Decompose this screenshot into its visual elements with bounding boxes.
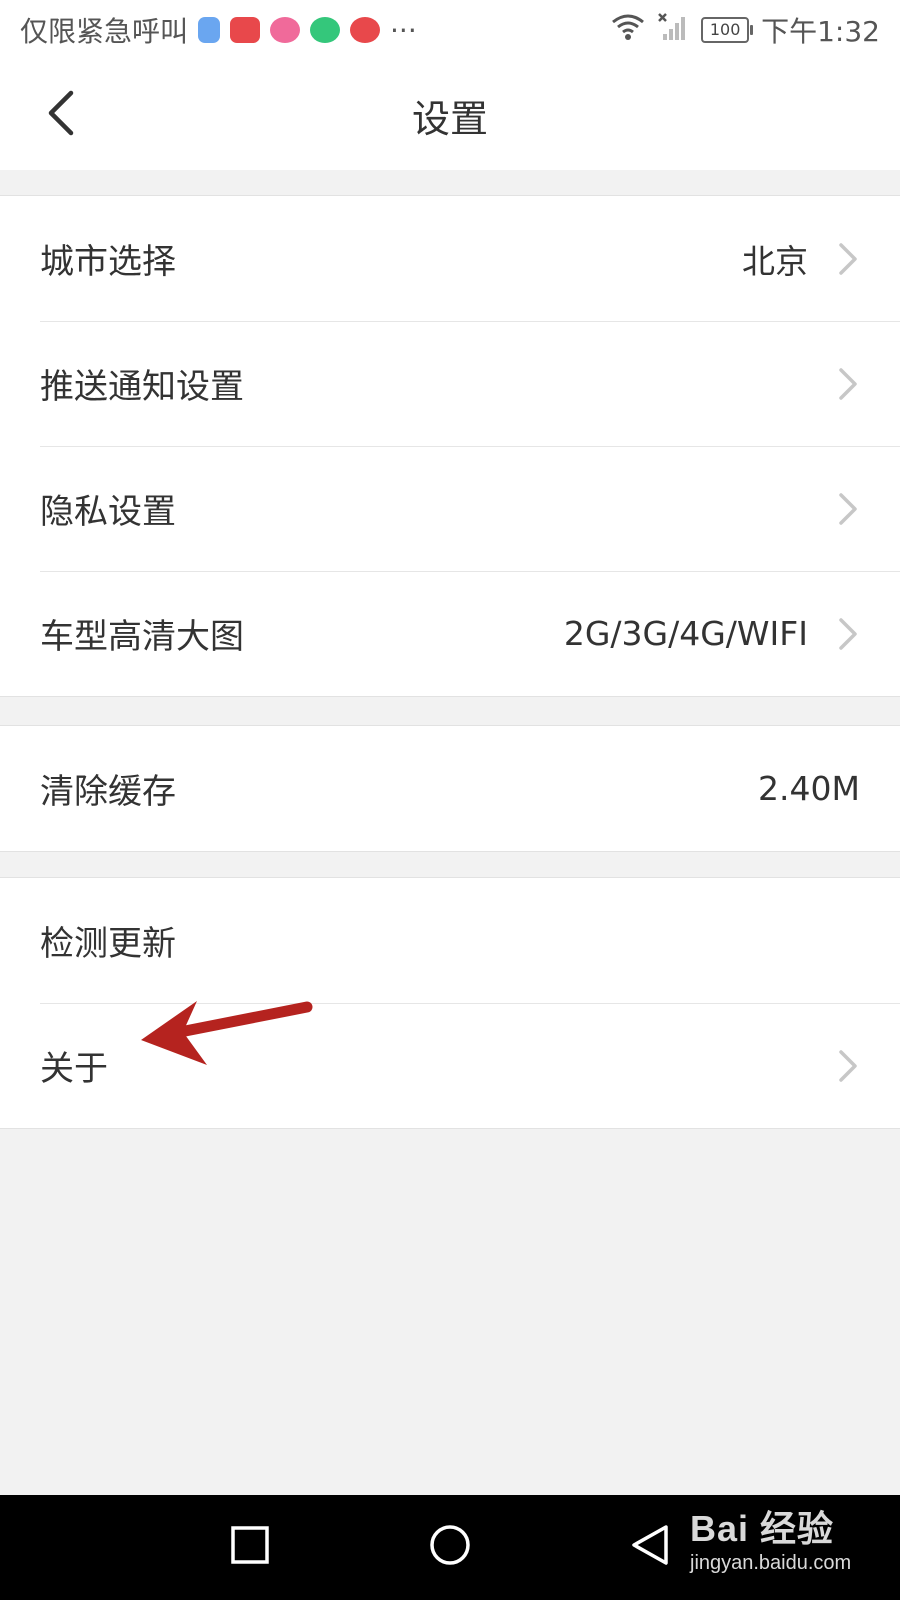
back-button[interactable]	[30, 85, 90, 145]
chevron-right-icon	[836, 491, 860, 527]
chevron-right-icon	[836, 616, 860, 652]
clear-cache-row[interactable]: 清除缓存 2.40M	[0, 726, 900, 851]
no-signal-icon	[657, 12, 689, 49]
page-title: 设置	[411, 96, 488, 141]
app-icon-3	[270, 17, 301, 43]
recent-apps-button[interactable]	[225, 1522, 275, 1572]
more-notifications-icon: ···	[390, 13, 417, 47]
status-left: 仅限紧急呼叫 ···	[20, 10, 417, 50]
chevron-right-icon	[836, 1048, 860, 1084]
app-icon-4	[310, 17, 341, 43]
battery-icon: 100	[701, 17, 754, 43]
settings-group-cache: 清除缓存 2.40M	[0, 725, 900, 852]
nav-bar: 设置	[0, 60, 900, 170]
circle-icon	[428, 1523, 472, 1571]
privacy-settings-row[interactable]: 隐私设置	[0, 446, 900, 571]
hd-images-row[interactable]: 车型高清大图 2G/3G/4G/WIFI	[0, 571, 900, 696]
privacy-settings-label: 隐私设置	[40, 492, 176, 532]
city-selection-value: 北京	[742, 241, 808, 281]
baidu-jingyan-watermark: Bai 经验 jingyan.baidu.com	[690, 1507, 851, 1575]
push-notification-row[interactable]: 推送通知设置	[0, 321, 900, 446]
cache-size-value: 2.40M	[758, 769, 860, 808]
chevron-right-icon	[836, 366, 860, 402]
hd-images-label: 车型高清大图	[40, 617, 244, 657]
settings-group-general: 城市选择 北京 推送通知设置 隐私设置 车型高清大图 2G/3G/4G/WIFI	[0, 195, 900, 697]
clear-cache-label: 清除缓存	[40, 772, 176, 812]
carrier-text: 仅限紧急呼叫	[20, 15, 189, 48]
app-icon-5	[350, 17, 381, 43]
chevron-right-icon	[836, 241, 860, 277]
status-time: 下午1:32	[761, 15, 880, 48]
about-label: 关于	[40, 1049, 108, 1089]
square-icon	[230, 1525, 270, 1569]
annotation-arrow-icon	[141, 1001, 313, 1065]
system-nav-bar: Bai 经验 jingyan.baidu.com	[0, 1495, 900, 1600]
wifi-icon	[611, 13, 645, 48]
check-update-label: 检测更新	[40, 924, 176, 964]
city-selection-label: 城市选择	[40, 242, 176, 282]
chevron-left-icon	[45, 90, 75, 140]
triangle-back-icon	[630, 1523, 670, 1571]
system-back-button[interactable]	[625, 1522, 675, 1572]
app-icon-1	[198, 17, 221, 43]
watermark-url: jingyan.baidu.com	[690, 1552, 852, 1574]
home-button[interactable]	[425, 1522, 475, 1572]
watermark-logo: Bai 经验	[690, 1508, 835, 1549]
status-bar: 仅限紧急呼叫 ··· 100 下午1:32	[0, 0, 900, 60]
status-right: 100 下午1:32	[611, 10, 880, 50]
hd-images-value: 2G/3G/4G/WIFI	[563, 614, 808, 653]
city-selection-row[interactable]: 城市选择 北京	[0, 196, 900, 321]
push-notification-label: 推送通知设置	[40, 367, 244, 407]
app-icon-2	[230, 17, 261, 43]
